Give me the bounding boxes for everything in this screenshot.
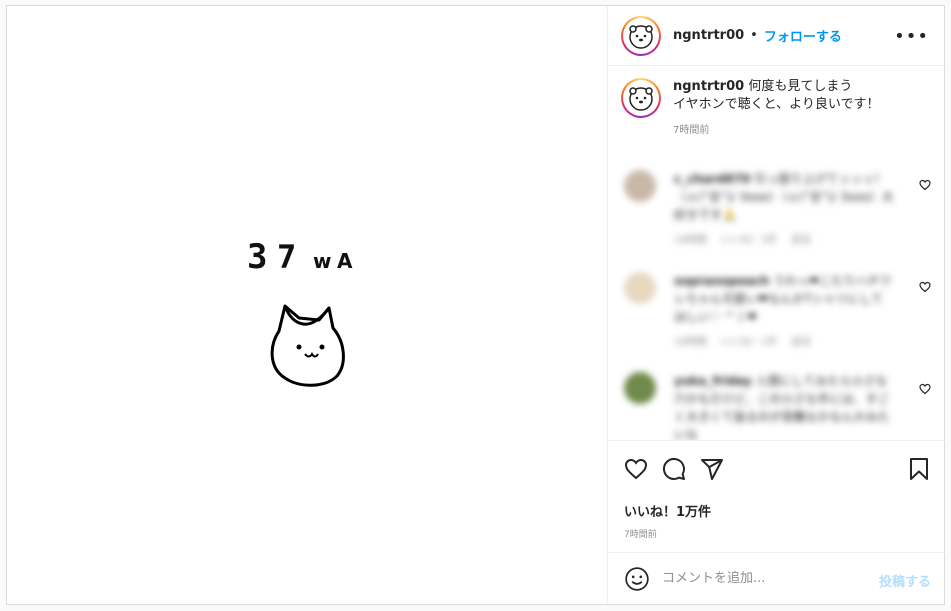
add-comment-bar: 投稿する	[608, 552, 945, 604]
caption-username[interactable]: ngntrtr00	[673, 79, 744, 94]
comment-username[interactable]: c_chard870	[674, 172, 750, 186]
caption-line-2: イヤホンで聴くと、より良いです！	[673, 97, 880, 112]
post-header: ngntrtr00 • フォローする •••	[608, 6, 945, 66]
post-image[interactable]: 3 7 w A	[7, 6, 607, 604]
commenter-avatar[interactable]	[624, 372, 656, 404]
author-avatar[interactable]	[621, 15, 661, 56]
comment-time: 18時間	[674, 337, 707, 348]
comment-input[interactable]	[662, 571, 862, 586]
more-options-icon[interactable]: •••	[894, 26, 929, 47]
image-handwritten-text: 3	[247, 237, 267, 277]
comment-icon[interactable]	[662, 457, 686, 481]
bear-avatar-icon	[629, 87, 653, 111]
commenter-avatar[interactable]	[624, 170, 656, 202]
reply-button[interactable]: 返信	[791, 337, 811, 348]
caption-line-1: 何度も見てしまう	[748, 79, 853, 94]
likes-count[interactable]: いいね！1万件	[624, 501, 711, 520]
comment-username[interactable]: yuka_friday	[674, 374, 752, 388]
post-time[interactable]: 7時間前	[624, 527, 657, 540]
bookmark-icon[interactable]	[907, 457, 931, 481]
svg-text:7: 7	[277, 238, 296, 276]
caption-avatar[interactable]	[621, 78, 661, 118]
separator-dot: •	[750, 28, 758, 43]
svg-text:A: A	[337, 249, 353, 273]
comment-time: 18時間	[674, 235, 707, 246]
comments-list[interactable]: ngntrtr00 何度も見てしまう イヤホンで聴くと、より良いです！ 7時間前…	[608, 66, 945, 440]
caption-time: 7時間前	[673, 125, 710, 136]
comment-item: yuka_friday 人間にしてみたら小さな穴かもだけど、この小さな手には、す…	[624, 372, 914, 440]
comment-like-icon[interactable]	[919, 179, 931, 191]
heart-icon[interactable]	[624, 457, 648, 481]
comment-likes[interactable]: いいね！1件	[721, 337, 777, 348]
commenter-avatar[interactable]	[624, 272, 656, 304]
bear-avatar-icon	[629, 24, 653, 49]
comment-username[interactable]: sopranopeach	[674, 274, 769, 288]
comment-like-icon[interactable]	[919, 383, 931, 395]
comment-item: c_chard870 引っ張り上げてッッッ！（ｏ(°言°)/ 3ooo）（ｏ(°…	[624, 170, 914, 250]
caption-text: ngntrtr00 何度も見てしまう イヤホンで聴くと、より良いです！ 7時間前	[673, 78, 879, 140]
post-actions: いいね！1万件 7時間前	[608, 440, 945, 552]
post-caption: ngntrtr00 何度も見てしまう イヤホンで聴くと、より良いです！ 7時間前	[621, 78, 879, 140]
emoji-icon[interactable]	[624, 566, 650, 592]
comment-item: sopranopeach うわっ❤こたりハチワレちゃん可愛い❤なんかTシャツにし…	[624, 272, 914, 352]
author-username[interactable]: ngntrtr00	[673, 28, 744, 43]
cat-drawing: 3 7 w A	[247, 237, 353, 387]
svg-text:w: w	[313, 249, 331, 273]
follow-button[interactable]: フォローする	[764, 26, 842, 45]
reply-button[interactable]: 返信	[791, 235, 811, 246]
paper-plane-icon[interactable]	[700, 457, 724, 481]
post-sidebar: ngntrtr00 • フォローする ••• ngntrtr00 何度も見てしま…	[607, 6, 945, 604]
post-comment-button[interactable]: 投稿する	[879, 571, 931, 590]
comment-like-icon[interactable]	[919, 281, 931, 293]
comment-likes[interactable]: いいね！3件	[721, 235, 777, 246]
post-dialog: 3 7 w A ngntrtr00 • フォローする ••• ngntrtr00…	[6, 5, 945, 605]
